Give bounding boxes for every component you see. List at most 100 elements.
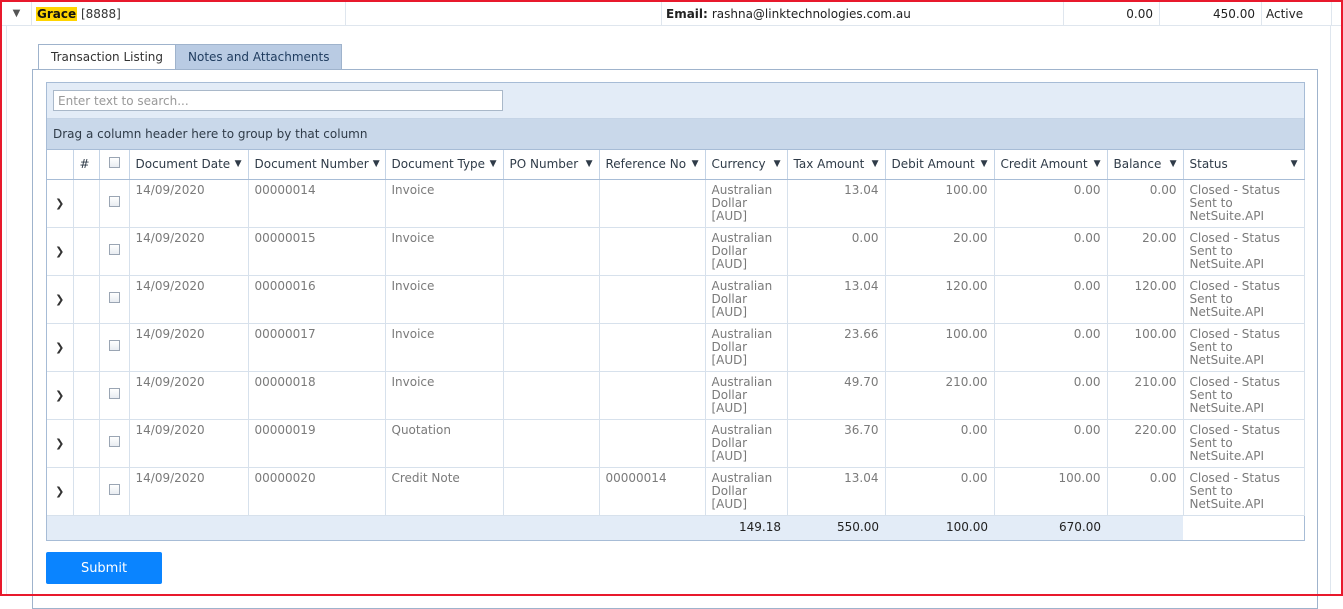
filter-icon[interactable]: ▼ xyxy=(981,159,988,169)
row-select-cell[interactable] xyxy=(99,419,130,468)
cell-document-date: 14/09/2020 xyxy=(129,179,249,228)
cell-reference-no xyxy=(599,275,706,324)
row-select-cell[interactable] xyxy=(99,323,130,372)
expand-row-icon[interactable]: ❯ xyxy=(47,467,74,516)
cell-currency: Australian Dollar [AUD] xyxy=(705,179,788,228)
filter-icon[interactable]: ▼ xyxy=(1170,159,1177,169)
column-balance[interactable]: Balance ▼ xyxy=(1107,150,1184,180)
column-status[interactable]: Status ▼ xyxy=(1183,150,1305,180)
cell-currency: Australian Dollar [AUD] xyxy=(705,419,788,468)
filter-icon[interactable]: ▼ xyxy=(1291,159,1298,169)
column-select-all[interactable] xyxy=(99,150,130,180)
table-row[interactable]: ❯ 14/09/2020 00000017 Invoice Australian Dol… xyxy=(47,323,1305,372)
cell-debit-amount: 100.00 xyxy=(885,179,995,228)
email-label: Email: xyxy=(666,6,708,21)
column-credit-amount[interactable]: Credit Amount ▼ xyxy=(994,150,1108,180)
cell-tax-amount: 0.00 xyxy=(787,227,886,276)
table-row[interactable]: ❯ 14/09/2020 00000014 Invoice Australian Dol… xyxy=(47,179,1305,228)
column-document-type[interactable]: Document Type ▼ xyxy=(385,150,504,180)
row-number-cell xyxy=(73,323,100,372)
row-number-cell xyxy=(73,419,100,468)
expand-row-icon[interactable]: ❯ xyxy=(47,371,74,420)
header-row: # Document Date ▼ Document Number ▼ Docume… xyxy=(47,150,1305,180)
row-checkbox[interactable] xyxy=(108,292,120,303)
cell-credit-amount: 0.00 xyxy=(994,371,1108,420)
column-currency[interactable]: Currency ▼ xyxy=(705,150,788,180)
collapse-chevron-icon[interactable]: ▼ xyxy=(2,1,32,26)
cell-debit-amount: 100.00 xyxy=(885,323,995,372)
cell-reference-no: 00000014 xyxy=(599,467,706,516)
filter-icon[interactable]: ▼ xyxy=(586,159,593,169)
row-checkbox[interactable] xyxy=(108,196,120,207)
cell-status: Closed - Status Sent to NetSuite.API xyxy=(1183,371,1305,420)
filter-icon[interactable]: ▼ xyxy=(1094,159,1101,169)
row-select-cell[interactable] xyxy=(99,467,130,516)
row-checkbox[interactable] xyxy=(108,436,120,447)
expand-row-icon[interactable]: ❯ xyxy=(47,227,74,276)
table-row[interactable]: ❯ 14/09/2020 00000016 Invoice Australian Dol… xyxy=(47,275,1305,324)
cell-credit-amount: 0.00 xyxy=(994,179,1108,228)
expand-row-icon[interactable]: ❯ xyxy=(47,323,74,372)
cell-document-number: 00000014 xyxy=(248,179,386,228)
filter-icon[interactable]: ▼ xyxy=(235,159,242,169)
total-credit: 100.00 xyxy=(885,515,994,540)
row-select-cell[interactable] xyxy=(99,371,130,420)
cell-tax-amount: 13.04 xyxy=(787,179,886,228)
cell-debit-amount: 20.00 xyxy=(885,227,995,276)
cell-po-number xyxy=(503,419,600,468)
cell-balance: 220.00 xyxy=(1107,419,1184,468)
cell-tax-amount: 49.70 xyxy=(787,371,886,420)
row-number-cell xyxy=(73,467,100,516)
row-select-cell[interactable] xyxy=(99,275,130,324)
expand-row-icon[interactable]: ❯ xyxy=(47,179,74,228)
table-row[interactable]: ❯ 14/09/2020 00000015 Invoice Australian Dol… xyxy=(47,227,1305,276)
cell-status: Closed - Status Sent to NetSuite.API xyxy=(1183,467,1305,516)
row-checkbox[interactable] xyxy=(108,244,120,255)
column-debit-amount[interactable]: Debit Amount ▼ xyxy=(885,150,995,180)
row-select-cell[interactable] xyxy=(99,179,130,228)
customer-value-2: 450.00 xyxy=(1160,1,1262,26)
select-all-checkbox[interactable] xyxy=(108,157,120,169)
expand-row-icon[interactable]: ❯ xyxy=(47,419,74,468)
cell-document-number: 00000019 xyxy=(248,419,386,468)
filter-icon[interactable]: ▼ xyxy=(774,159,781,169)
table-row[interactable]: ❯ 14/09/2020 00000019 Quotation Australian D… xyxy=(47,419,1305,468)
column-document-date[interactable]: Document Date ▼ xyxy=(129,150,249,180)
column-reference-no[interactable]: Reference No ▼ xyxy=(599,150,706,180)
row-checkbox[interactable] xyxy=(108,388,120,399)
filter-icon[interactable]: ▼ xyxy=(692,159,699,169)
table-row[interactable]: ❯ 14/09/2020 00000020 Credit Note 00000014 Au… xyxy=(47,467,1305,516)
cell-document-type: Invoice xyxy=(385,179,504,228)
cell-document-type: Credit Note xyxy=(385,467,504,516)
group-panel[interactable]: Drag a column header here to group by th… xyxy=(47,119,1304,150)
tab-notes-attachments[interactable]: Notes and Attachments xyxy=(175,44,343,70)
cell-document-date: 14/09/2020 xyxy=(129,323,249,372)
cell-currency: Australian Dollar [AUD] xyxy=(705,275,788,324)
cell-document-date: 14/09/2020 xyxy=(129,275,249,324)
cell-credit-amount: 100.00 xyxy=(994,467,1108,516)
row-checkbox[interactable] xyxy=(108,340,120,351)
filter-icon[interactable]: ▼ xyxy=(373,159,380,169)
table-row[interactable]: ❯ 14/09/2020 00000018 Invoice Australian Dol… xyxy=(47,371,1305,420)
tab-transaction-listing[interactable]: Transaction Listing xyxy=(38,44,176,70)
expand-row-icon[interactable]: ❯ xyxy=(47,275,74,324)
cell-debit-amount: 0.00 xyxy=(885,467,995,516)
customer-row[interactable]: ▼ Grace [8888] Email: rashna@linktechnol… xyxy=(2,1,1341,26)
total-debit: 550.00 xyxy=(787,515,885,540)
filter-icon[interactable]: ▼ xyxy=(490,159,497,169)
filter-icon[interactable]: ▼ xyxy=(872,159,879,169)
cell-debit-amount: 120.00 xyxy=(885,275,995,324)
column-document-number[interactable]: Document Number ▼ xyxy=(248,150,386,180)
total-status-spacer xyxy=(1107,515,1183,540)
row-checkbox[interactable] xyxy=(108,484,120,495)
customer-value-1: 0.00 xyxy=(1064,1,1160,26)
search-bar xyxy=(47,83,1304,119)
column-number[interactable]: # xyxy=(73,150,100,180)
cell-reference-no xyxy=(599,323,706,372)
search-input[interactable] xyxy=(53,90,503,111)
column-tax-amount[interactable]: Tax Amount ▼ xyxy=(787,150,886,180)
column-po-number[interactable]: PO Number ▼ xyxy=(503,150,600,180)
row-select-cell[interactable] xyxy=(99,227,130,276)
cell-po-number xyxy=(503,371,600,420)
submit-button[interactable]: Submit xyxy=(46,552,162,584)
